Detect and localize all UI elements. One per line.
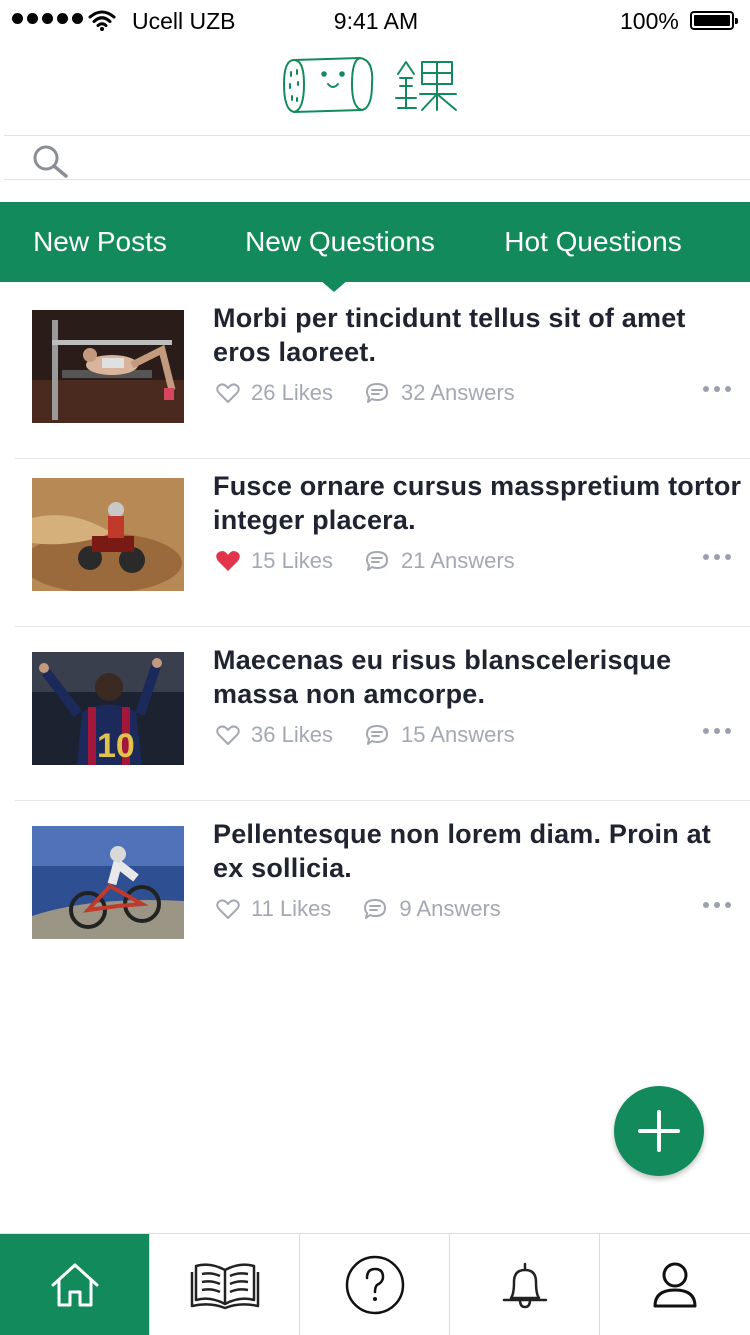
likes-count: 36 Likes <box>251 722 333 747</box>
post-title[interactable]: Maecenas eu risus blanscelerisque massa … <box>213 643 743 711</box>
post-row[interactable]: 10 Maecenas eu risus blanscelerisque mass… <box>15 627 750 801</box>
more-options-icon[interactable] <box>703 386 733 394</box>
likes-count: 11 Likes <box>251 896 332 921</box>
answers-count[interactable]: 15 Answers <box>401 722 515 748</box>
bottom-nav <box>0 1233 750 1335</box>
post-title[interactable]: Fusce ornare cursus masspretium tortor i… <box>213 469 743 537</box>
book-icon <box>190 1262 259 1309</box>
heart-icon[interactable] <box>215 897 241 921</box>
nav-profile[interactable] <box>600 1234 750 1335</box>
post-row[interactable]: Morbi per tincidunt tellus sit of amet e… <box>15 285 750 459</box>
nav-notifications[interactable] <box>450 1234 600 1335</box>
comment-icon <box>364 899 387 919</box>
plus-icon <box>638 1110 680 1152</box>
post-row[interactable]: Pellentesque non lorem diam. Proin at ex… <box>15 801 750 975</box>
app-logo-icon <box>283 57 457 113</box>
post-title[interactable]: Pellentesque non lorem diam. Proin at ex… <box>213 817 743 885</box>
more-options-icon[interactable] <box>703 728 733 736</box>
comment-icon <box>365 383 388 403</box>
home-icon <box>51 1263 98 1306</box>
battery-percent: 100% <box>620 8 679 34</box>
nav-questions[interactable] <box>300 1234 450 1335</box>
comment-icon <box>365 551 388 571</box>
post-thumbnail[interactable]: 10 <box>32 652 184 765</box>
battery-icon <box>690 11 738 30</box>
wifi-icon <box>88 10 116 31</box>
likes-meta: 36 Likes 15 Answers <box>215 720 515 750</box>
status-time: 9:41 AM <box>333 8 419 34</box>
likes-count: 15 Likes <box>251 548 333 573</box>
comment-icon <box>365 725 388 745</box>
likes-meta: 15 Likes 21 Answers <box>215 546 515 576</box>
post-thumbnail[interactable] <box>32 826 184 939</box>
post-thumbnail[interactable] <box>32 478 184 591</box>
answers-count[interactable]: 21 Answers <box>401 548 515 574</box>
status-bar: Ucell UZB 9:41 AM 100% <box>0 0 750 42</box>
question-icon <box>345 1255 404 1314</box>
search-icon[interactable] <box>32 144 70 178</box>
likes-meta: 11 Likes 9 Answers <box>215 894 501 924</box>
user-icon <box>653 1262 697 1307</box>
heart-filled-icon[interactable] <box>215 549 241 573</box>
heart-icon[interactable] <box>215 723 241 747</box>
add-question-button[interactable] <box>614 1086 704 1176</box>
answers-count[interactable]: 32 Answers <box>401 380 515 406</box>
tab-new-questions[interactable]: New Questions <box>220 202 460 282</box>
nav-library[interactable] <box>150 1234 300 1335</box>
search-input[interactable] <box>84 140 728 176</box>
tab-bar: New Posts New Questions Hot Questions <box>0 202 750 282</box>
svg-text:10: 10 <box>97 727 135 765</box>
answers-count[interactable]: 9 Answers <box>399 896 501 922</box>
signal-dots-icon <box>12 13 83 24</box>
post-title[interactable]: Morbi per tincidunt tellus sit of amet e… <box>213 301 743 369</box>
tab-new-posts[interactable]: New Posts <box>0 202 200 282</box>
more-options-icon[interactable] <box>703 554 733 562</box>
more-options-icon[interactable] <box>703 902 733 910</box>
bell-icon <box>502 1262 547 1308</box>
likes-meta: 26 Likes 32 Answers <box>215 378 515 408</box>
tab-hot-questions[interactable]: Hot Questions <box>482 202 704 282</box>
nav-home[interactable] <box>0 1234 150 1335</box>
heart-icon[interactable] <box>215 381 241 405</box>
likes-count: 26 Likes <box>251 380 333 405</box>
post-thumbnail[interactable] <box>32 310 184 423</box>
post-row[interactable]: Fusce ornare cursus masspretium tortor i… <box>15 453 750 627</box>
carrier-name: Ucell UZB <box>132 8 236 34</box>
